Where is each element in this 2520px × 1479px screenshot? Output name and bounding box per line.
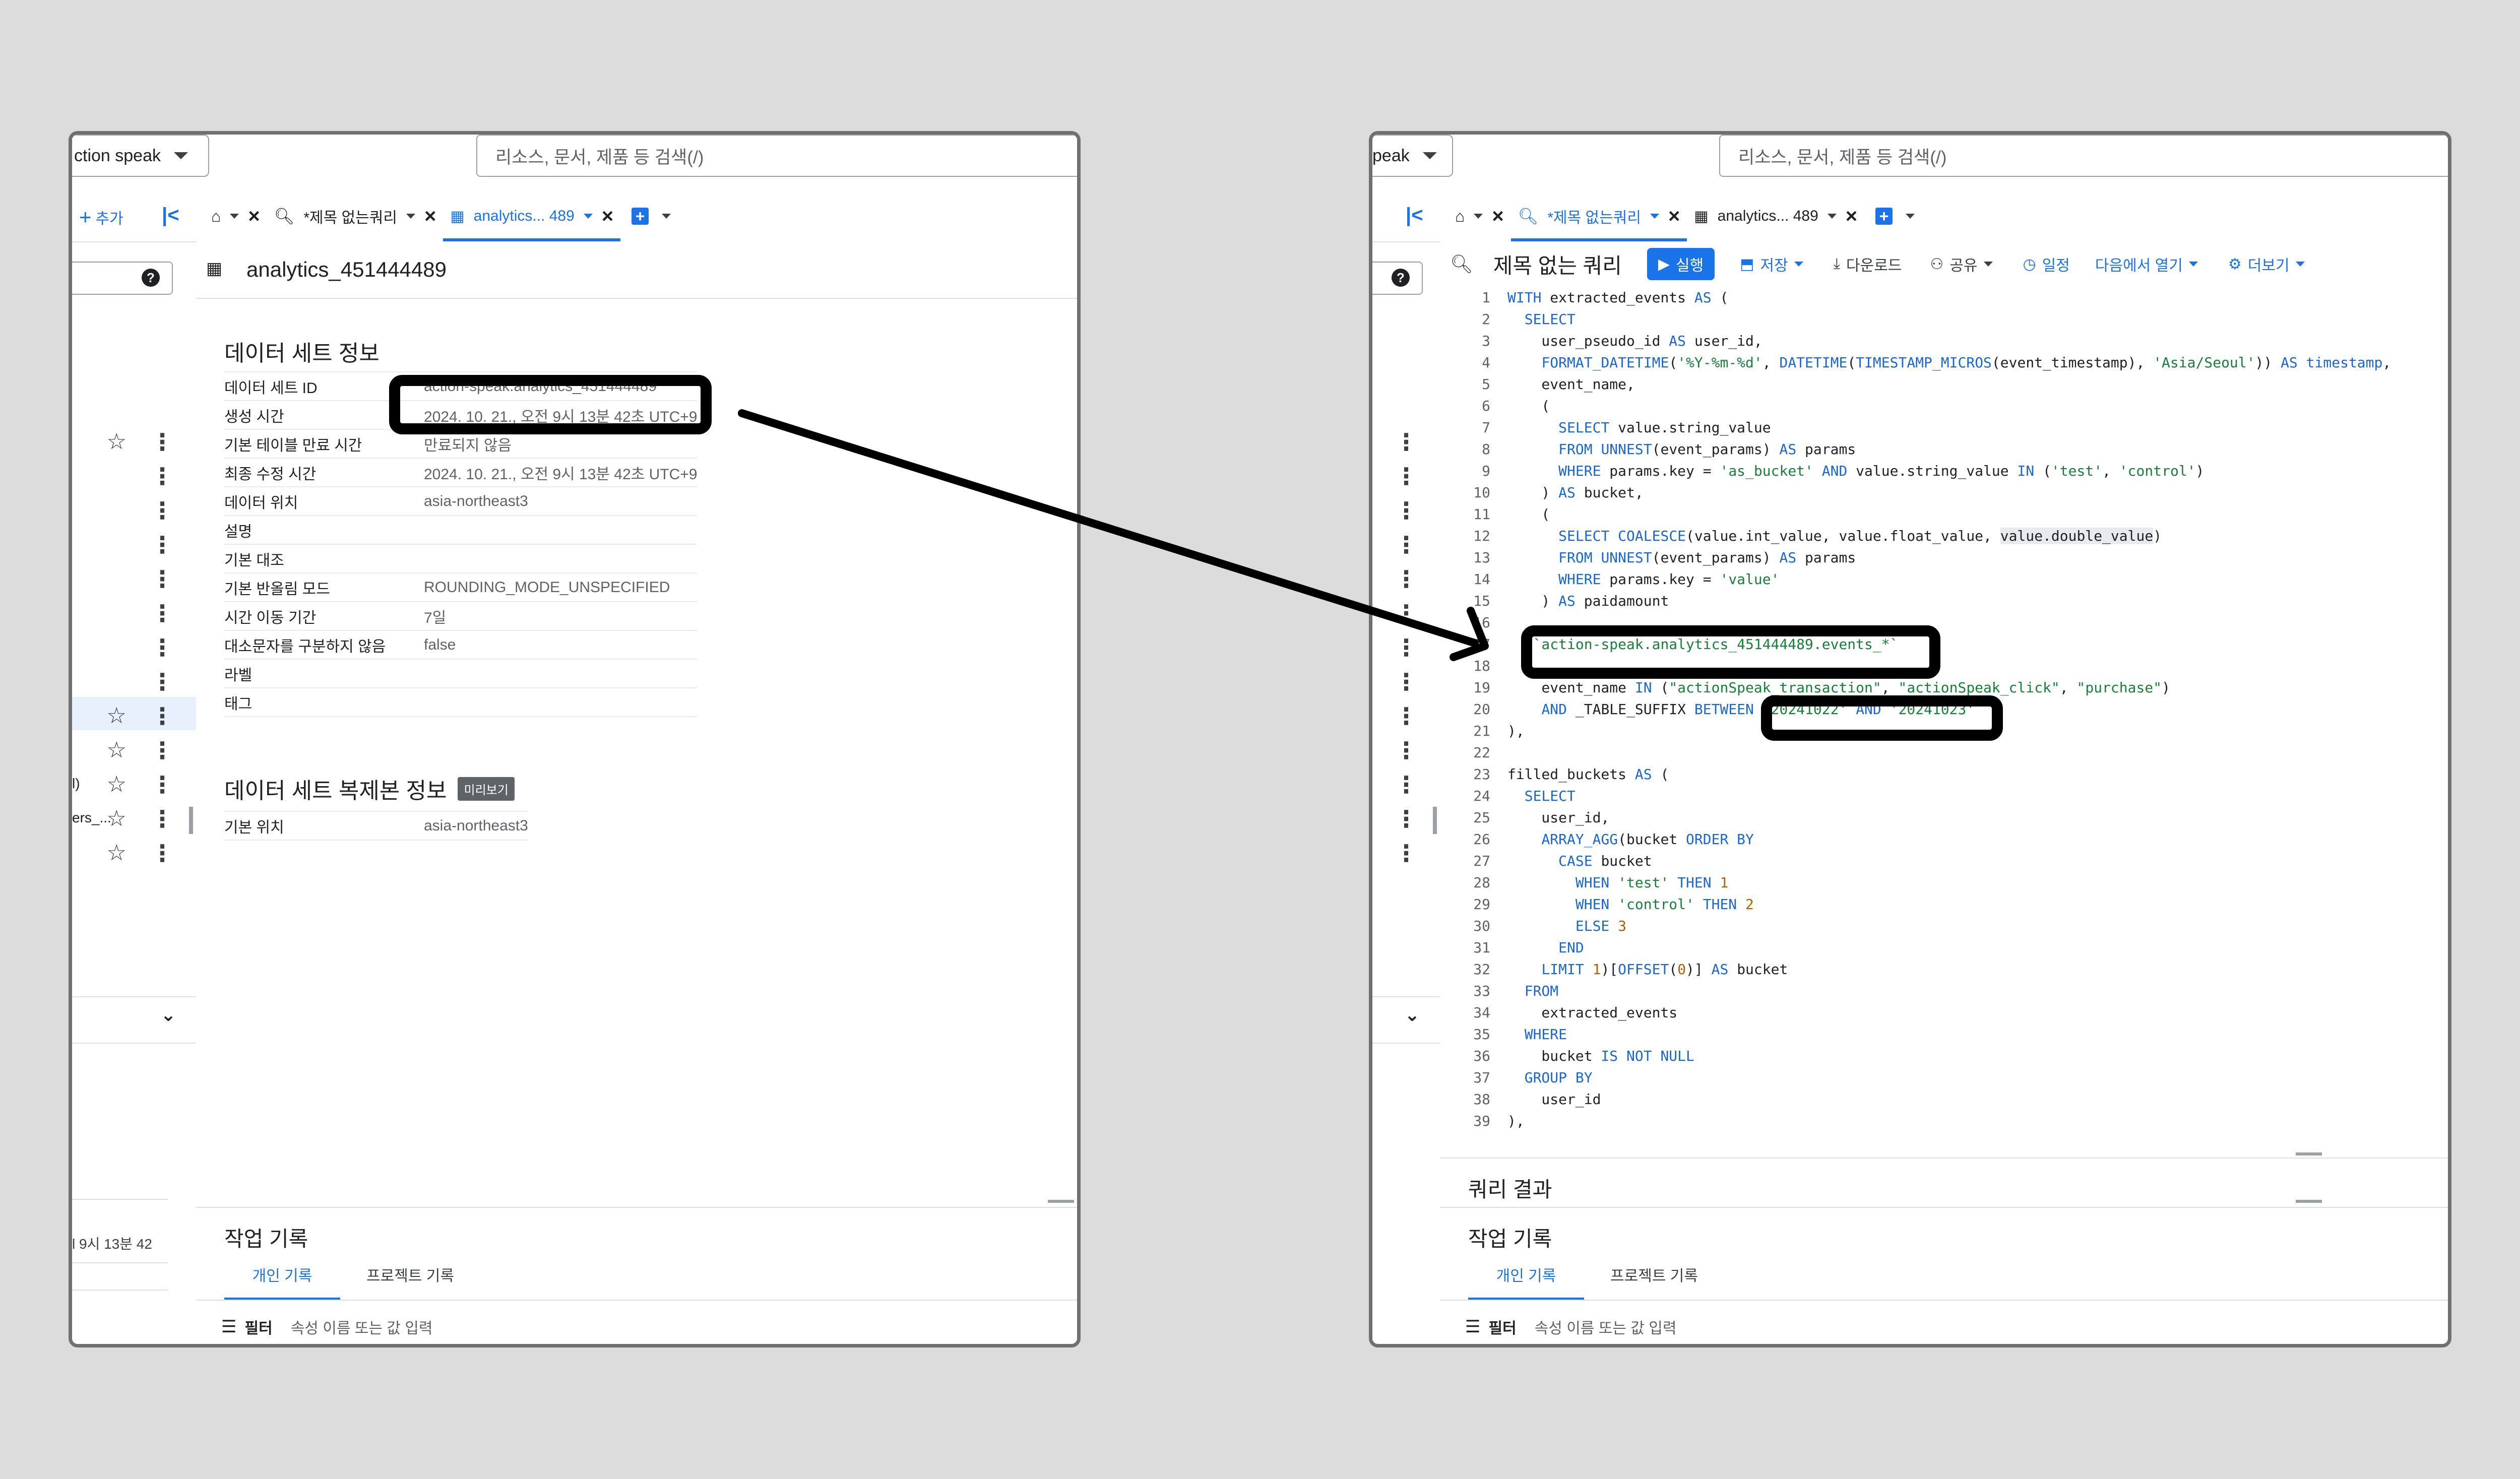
arrow-line bbox=[738, 409, 1479, 647]
annotation-arrow bbox=[738, 409, 1489, 661]
